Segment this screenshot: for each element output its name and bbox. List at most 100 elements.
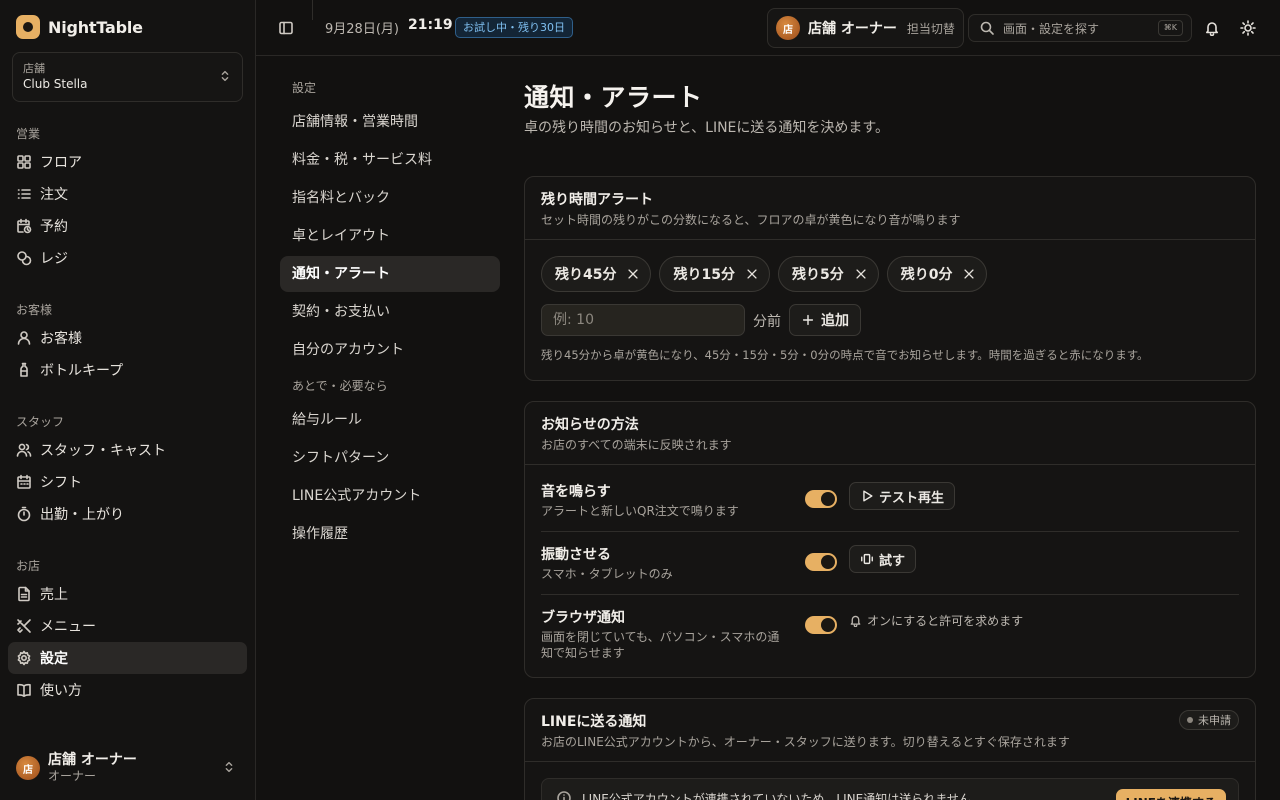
card-header: LINEに送る通知 お店のLINE公式アカウントから、オーナー・スタッフに送りま…	[525, 699, 1255, 762]
sidebar-item-settings[interactable]: 設定	[8, 642, 247, 674]
connect-line-button[interactable]: LINEを連携する	[1115, 789, 1226, 800]
search-placeholder: 画面・設定を探す	[1003, 21, 1100, 36]
owner-name: 店舗 オーナー	[808, 21, 897, 37]
user-role: オーナー	[48, 769, 97, 783]
subnav-item-payroll[interactable]: 給与ルール	[280, 402, 500, 438]
browser-notification-toggle[interactable]	[805, 616, 837, 634]
subnav-heading: あとで・必要なら	[292, 379, 388, 393]
chevrons-up-down-icon	[225, 761, 233, 773]
users-icon	[16, 443, 32, 457]
option-description: スマホ・タブレットのみ	[541, 567, 673, 581]
sidebar-item-sales[interactable]: 売上	[8, 578, 247, 610]
staff-switcher[interactable]: 店 店舗 オーナー 担当切替	[767, 8, 964, 48]
subnav-item-notifications[interactable]: 通知・アラート	[280, 256, 500, 292]
nav-section-staff: スタッフ スタッフ・キャスト シフト 出勤・上がり	[8, 412, 247, 530]
option-description: アラートと新しいQR注文で鳴ります	[541, 504, 739, 518]
sidebar-item-label: フロア	[40, 155, 82, 171]
coins-icon	[17, 251, 32, 266]
calendar-icon	[17, 474, 31, 489]
close-icon[interactable]	[854, 267, 868, 281]
sidebar-item-label: 売上	[40, 587, 68, 603]
sidebar-item-floor[interactable]: フロア	[8, 146, 247, 178]
alert-chip-label: 残り15分	[673, 267, 735, 283]
divider	[312, 0, 313, 20]
brand-logo-icon	[16, 15, 40, 39]
trial-badge[interactable]: お試し中・残り30日	[455, 17, 573, 38]
info-icon	[557, 791, 571, 800]
sidebar-item-label: 予約	[40, 219, 68, 235]
sidebar: NightTable 店舗 Club Stella 営業 フロア 注文 予約 レ…	[0, 0, 256, 800]
subnav-item-tables[interactable]: 卓とレイアウト	[280, 218, 500, 254]
subnav-item-account[interactable]: 自分のアカウント	[280, 332, 500, 368]
book-icon	[17, 683, 31, 697]
sidebar-item-label: シフト	[40, 475, 82, 491]
sidebar-item-menu[interactable]: メニュー	[8, 610, 247, 642]
permission-hint: オンにすると許可を求めます	[849, 612, 1023, 629]
subnav-item-store-info[interactable]: 店舗情報・営業時間	[280, 104, 500, 140]
sidebar-item-attendance[interactable]: 出勤・上がり	[8, 498, 247, 530]
vibrate-icon	[861, 553, 873, 565]
settings-subnav: 設定 店舗情報・営業時間 料金・税・サービス料 指名料とバック 卓とレイアウト …	[280, 72, 500, 554]
close-icon[interactable]	[745, 267, 759, 281]
subnav-item-billing[interactable]: 契約・お支払い	[280, 294, 500, 330]
sidebar-item-orders[interactable]: 注文	[8, 178, 247, 210]
bell-icon[interactable]	[1204, 20, 1220, 36]
test-vibrate-button[interactable]: 試す	[849, 545, 917, 573]
utensils-icon	[17, 619, 31, 633]
banner-text: LINE公式アカウントが連携されていないため、LINE通知は送られません	[582, 791, 971, 800]
sidebar-item-label: メニュー	[40, 619, 96, 635]
nav-section-customers: お客様 お客様 ボトルキープ	[8, 300, 247, 386]
close-icon[interactable]	[962, 267, 976, 281]
sidebar-item-label: 使い方	[40, 683, 82, 699]
alert-chip-label: 残り45分	[555, 267, 617, 283]
sidebar-item-register[interactable]: レジ	[8, 242, 247, 274]
subnav-item-nomination[interactable]: 指名料とバック	[280, 180, 500, 216]
nav-section-store: お店 売上 メニュー 設定 使い方	[8, 556, 247, 706]
user-name: 店舗 オーナー	[48, 752, 137, 768]
card-title: LINEに送る通知	[541, 714, 647, 730]
card-title: 残り時間アラート	[541, 192, 653, 208]
subnav-item-line-account[interactable]: LINE公式アカウント	[280, 478, 500, 514]
search-input[interactable]: 画面・設定を探す ⌘K	[968, 14, 1192, 42]
sidebar-toggle-icon[interactable]	[278, 20, 294, 36]
test-sound-button[interactable]: テスト再生	[849, 482, 956, 510]
avatar: 店	[776, 16, 800, 40]
sidebar-item-staff-cast[interactable]: スタッフ・キャスト	[8, 434, 247, 466]
store-selector[interactable]: 店舗 Club Stella	[12, 52, 243, 102]
card-header: 残り時間アラート セット時間の残りがこの分数になると、フロアの卓が黄色になり音が…	[525, 177, 1255, 240]
subnav-item-shift-patterns[interactable]: シフトパターン	[280, 440, 500, 476]
add-alert-label: 追加	[821, 313, 849, 329]
sound-toggle[interactable]	[805, 490, 837, 508]
sidebar-item-bottle-keep[interactable]: ボトルキープ	[8, 354, 247, 386]
subnav-item-pricing[interactable]: 料金・税・サービス料	[280, 142, 500, 178]
grid-icon	[17, 155, 31, 169]
minutes-input[interactable]	[541, 304, 745, 336]
card-title: お知らせの方法	[541, 417, 639, 433]
sidebar-item-shift[interactable]: シフト	[8, 466, 247, 498]
brand-name: NightTable	[48, 17, 143, 37]
line-not-connected-banner: LINE公式アカウントが連携されていないため、LINE通知は送られません LIN…	[541, 778, 1239, 800]
chevrons-up-down-icon	[221, 70, 229, 82]
sidebar-item-reservations[interactable]: 予約	[8, 210, 247, 242]
search-shortcut: ⌘K	[1157, 20, 1183, 36]
vibrate-toggle[interactable]	[805, 553, 837, 571]
add-alert-button[interactable]: 追加	[789, 304, 861, 336]
user-menu[interactable]: 店 店舗 オーナー オーナー	[16, 752, 240, 784]
sidebar-item-guide[interactable]: 使い方	[8, 674, 247, 706]
subnav-item-audit-log[interactable]: 操作履歴	[280, 516, 500, 552]
document-icon	[18, 586, 30, 602]
brand[interactable]: NightTable	[16, 15, 143, 39]
sidebar-item-label: 出勤・上がり	[40, 507, 124, 523]
permission-hint-text: オンにすると許可を求めます	[867, 614, 1024, 628]
sidebar-item-customers[interactable]: お客様	[8, 322, 247, 354]
status-dot	[1187, 717, 1193, 723]
top-bar: 9月28日(月) 21:19 お試し中・残り30日 店 店舗 オーナー 担当切替…	[256, 0, 1280, 56]
remaining-time-alert-card: 残り時間アラート セット時間の残りがこの分数になると、フロアの卓が黄色になり音が…	[524, 176, 1256, 381]
alert-chip-label: 残り5分	[791, 267, 844, 283]
alert-chip-list: 残り45分 残り15分 残り5分 残り0分	[541, 256, 988, 292]
store-selector-label: 店舗	[23, 62, 45, 75]
sun-icon[interactable]	[1240, 20, 1256, 36]
test-sound-label: テスト再生	[879, 490, 945, 506]
sidebar-item-label: スタッフ・キャスト	[40, 443, 166, 459]
close-icon[interactable]	[626, 267, 640, 281]
